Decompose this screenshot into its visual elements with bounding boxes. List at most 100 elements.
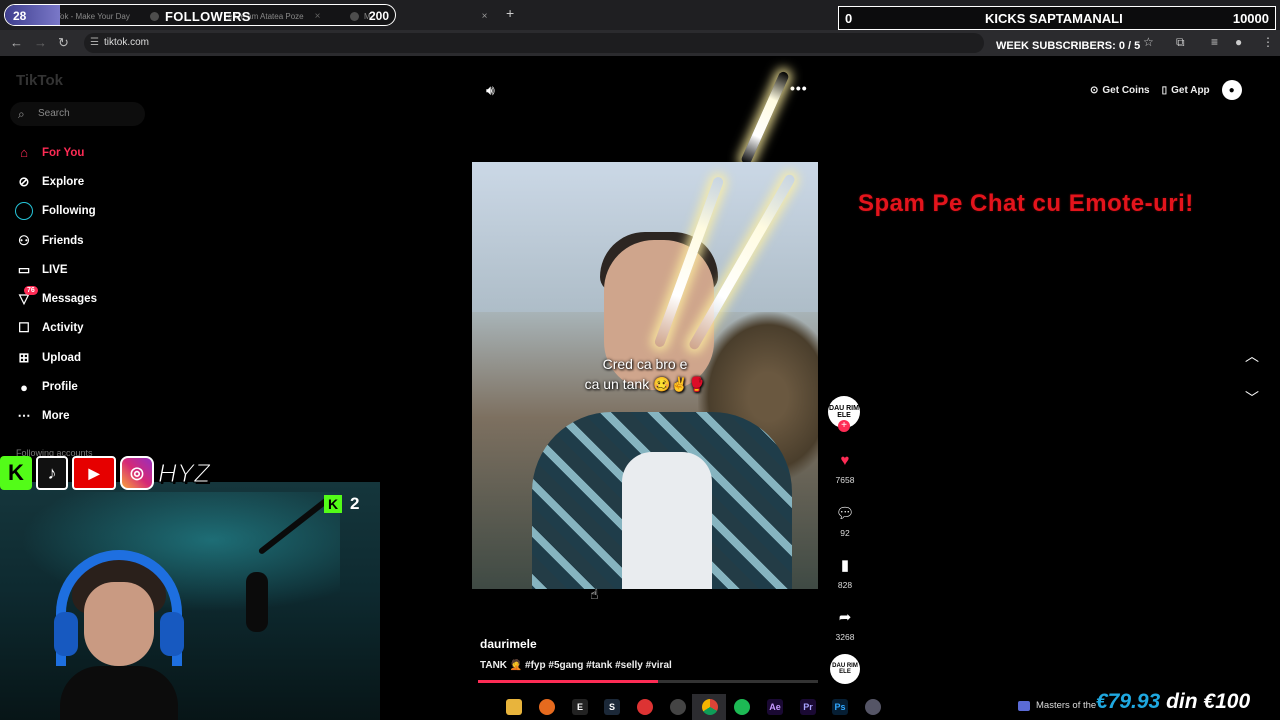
now-playing-title: Masters of the: [1036, 700, 1097, 711]
sidebar-item-for-you[interactable]: ⌂ For You: [14, 138, 214, 167]
tiktok-logo[interactable]: TikTok: [16, 72, 63, 89]
sidebar-item-label: LIVE: [42, 263, 68, 276]
obs-icon[interactable]: [670, 699, 686, 715]
photoshop-icon[interactable]: Ps: [832, 699, 848, 715]
profile-icon: ●: [20, 379, 28, 395]
coin-icon: ⊙: [1090, 84, 1099, 96]
file-explorer-icon[interactable]: [506, 699, 522, 715]
site-info-icon[interactable]: ☰: [90, 37, 99, 48]
save-count: 828: [837, 580, 853, 590]
webcam-overlay: K 2: [0, 482, 380, 720]
profile-icon[interactable]: ●: [1235, 35, 1242, 49]
heart-icon: ♥: [840, 452, 850, 469]
friends-icon: ⚇: [18, 232, 30, 248]
sidebar-item-more[interactable]: ⋯ More: [14, 402, 214, 431]
user-avatar[interactable]: ●: [1221, 80, 1242, 100]
sidebar-item-explore[interactable]: ⊘ Explore: [14, 167, 214, 196]
bookmark-icon: ▮: [840, 557, 850, 574]
header-actions: ⊙ Get Coins ▯ Get App ●: [1090, 80, 1242, 100]
epic-games-icon[interactable]: E: [572, 699, 588, 715]
like-button[interactable]: ♥ 7658: [826, 452, 864, 485]
donation-goal-widget: €79.93 din €100: [1096, 690, 1250, 714]
search-input[interactable]: ⌕ Search: [10, 102, 145, 126]
previous-video-icon[interactable]: ︿: [1245, 346, 1259, 366]
back-icon[interactable]: ←: [10, 35, 23, 50]
sidebar-item-label: Friends: [42, 234, 84, 247]
steam-icon[interactable]: S: [604, 699, 620, 715]
followers-goal: 200: [368, 9, 389, 23]
sidebar-item-live[interactable]: ▭ LIVE: [14, 255, 214, 284]
premiere-icon[interactable]: Pr: [800, 699, 816, 715]
sidebar-item-friends[interactable]: ⚇ Friends: [14, 226, 214, 255]
sidebar-item-label: Explore: [42, 175, 85, 188]
chrome-icon[interactable]: [702, 699, 718, 715]
comment-icon: 💬︎: [835, 505, 855, 522]
now-playing[interactable]: Masters of the: [1018, 700, 1096, 711]
messages-badge: 76: [24, 286, 38, 296]
video-author[interactable]: daurimele: [480, 637, 537, 651]
share-icon: ➦: [838, 609, 852, 626]
social-handle: HYZ: [158, 457, 211, 488]
followers-label: FOLLOWERS: [165, 9, 251, 24]
video-player[interactable]: Cred ca bro e ca un tank 🥴✌️🥊: [472, 162, 818, 589]
sidebar-item-upload[interactable]: ⊞ Upload: [14, 343, 214, 372]
sidebar-item-following[interactable]: Following: [14, 197, 214, 226]
extensions-icon[interactable]: ⧉: [1176, 35, 1185, 50]
forward-icon[interactable]: →: [34, 35, 47, 50]
phone-icon: ▯: [1161, 84, 1168, 96]
sidebar-nav: ⌂ For You ⊘ Explore Following ⚇ Friends …: [14, 138, 214, 431]
sidebar-item-label: More: [42, 410, 70, 423]
bookmark-star-icon[interactable]: ☆: [1143, 35, 1154, 49]
sidebar-item-activity[interactable]: ☐ Activity: [14, 314, 214, 343]
volume-icon[interactable]: 🔊︎: [486, 82, 495, 99]
sidebar-item-label: Profile: [42, 381, 78, 394]
sidebar-item-messages[interactable]: ▽ 76 Messages: [14, 284, 214, 313]
get-app-button[interactable]: ▯ Get App: [1162, 85, 1210, 96]
get-coins-button[interactable]: ⊙ Get Coins: [1090, 85, 1150, 96]
chat-prompt-overlay: Spam Pe Chat cu Emote-uri!: [858, 190, 1194, 217]
browser-menu-icon[interactable]: ⋮: [1262, 35, 1274, 49]
more-options-icon[interactable]: •••: [790, 80, 808, 96]
video-caption: Cred ca bro e ca un tank 🥴✌️🥊: [472, 354, 818, 394]
sidebar-item-profile[interactable]: ● Profile: [14, 372, 214, 401]
firefox-icon[interactable]: [539, 699, 555, 715]
home-icon: ⌂: [20, 145, 28, 161]
video-progress-fill: [478, 680, 659, 683]
reload-icon[interactable]: ↻: [58, 35, 69, 51]
comment-count: 92: [840, 528, 850, 538]
donation-separator: din: [1166, 690, 1198, 713]
music-disc-icon[interactable]: DAU RIM ELE: [830, 654, 860, 684]
search-placeholder: Search: [38, 108, 70, 119]
share-button[interactable]: ➦ 3268: [826, 608, 864, 642]
sidebar-item-label: Messages: [42, 293, 97, 306]
follow-plus-icon[interactable]: +: [838, 420, 850, 432]
sidebar-item-label: Activity: [42, 322, 84, 335]
more-icon: ⋯: [17, 408, 31, 424]
next-video-icon[interactable]: ﹀: [1245, 388, 1259, 408]
donation-goal: €100: [1203, 690, 1251, 713]
app-icon[interactable]: [865, 699, 881, 715]
video-description: TANK 🤦 #fyp #5gang #tank #selly #viral: [480, 660, 672, 671]
spotify-icon[interactable]: [734, 699, 750, 715]
kicks-current: 0: [845, 11, 853, 26]
sidebar-item-label: Upload: [42, 351, 81, 364]
live-icon: ▭: [17, 261, 31, 277]
kicks-goal-widget: 0 KICKS SAPTAMANALI 10000: [838, 6, 1276, 30]
comment-button[interactable]: 💬︎ 92: [826, 504, 864, 538]
youtube-icon: ▶: [72, 456, 116, 490]
url-field[interactable]: ☰ tiktok.com: [84, 33, 984, 53]
caption-line: ca un tank 🥴✌️🥊: [584, 376, 706, 392]
like-count: 7658: [835, 475, 855, 485]
video-progress-bar[interactable]: [478, 680, 818, 683]
donation-amount: €79.93: [1096, 690, 1161, 713]
share-count: 3268: [835, 632, 855, 642]
search-icon: ⌕: [18, 107, 25, 121]
reading-list-icon[interactable]: ≡: [1211, 35, 1218, 49]
upload-icon: ⊞: [18, 349, 30, 365]
after-effects-icon[interactable]: Ae: [767, 699, 783, 715]
new-tab-icon[interactable]: +: [506, 5, 514, 21]
app-icon[interactable]: [637, 699, 653, 715]
mouse-cursor-icon: ☝︎: [590, 586, 599, 602]
close-tab-icon[interactable]: ×: [482, 11, 488, 22]
save-button[interactable]: ▮ 828: [826, 556, 864, 590]
